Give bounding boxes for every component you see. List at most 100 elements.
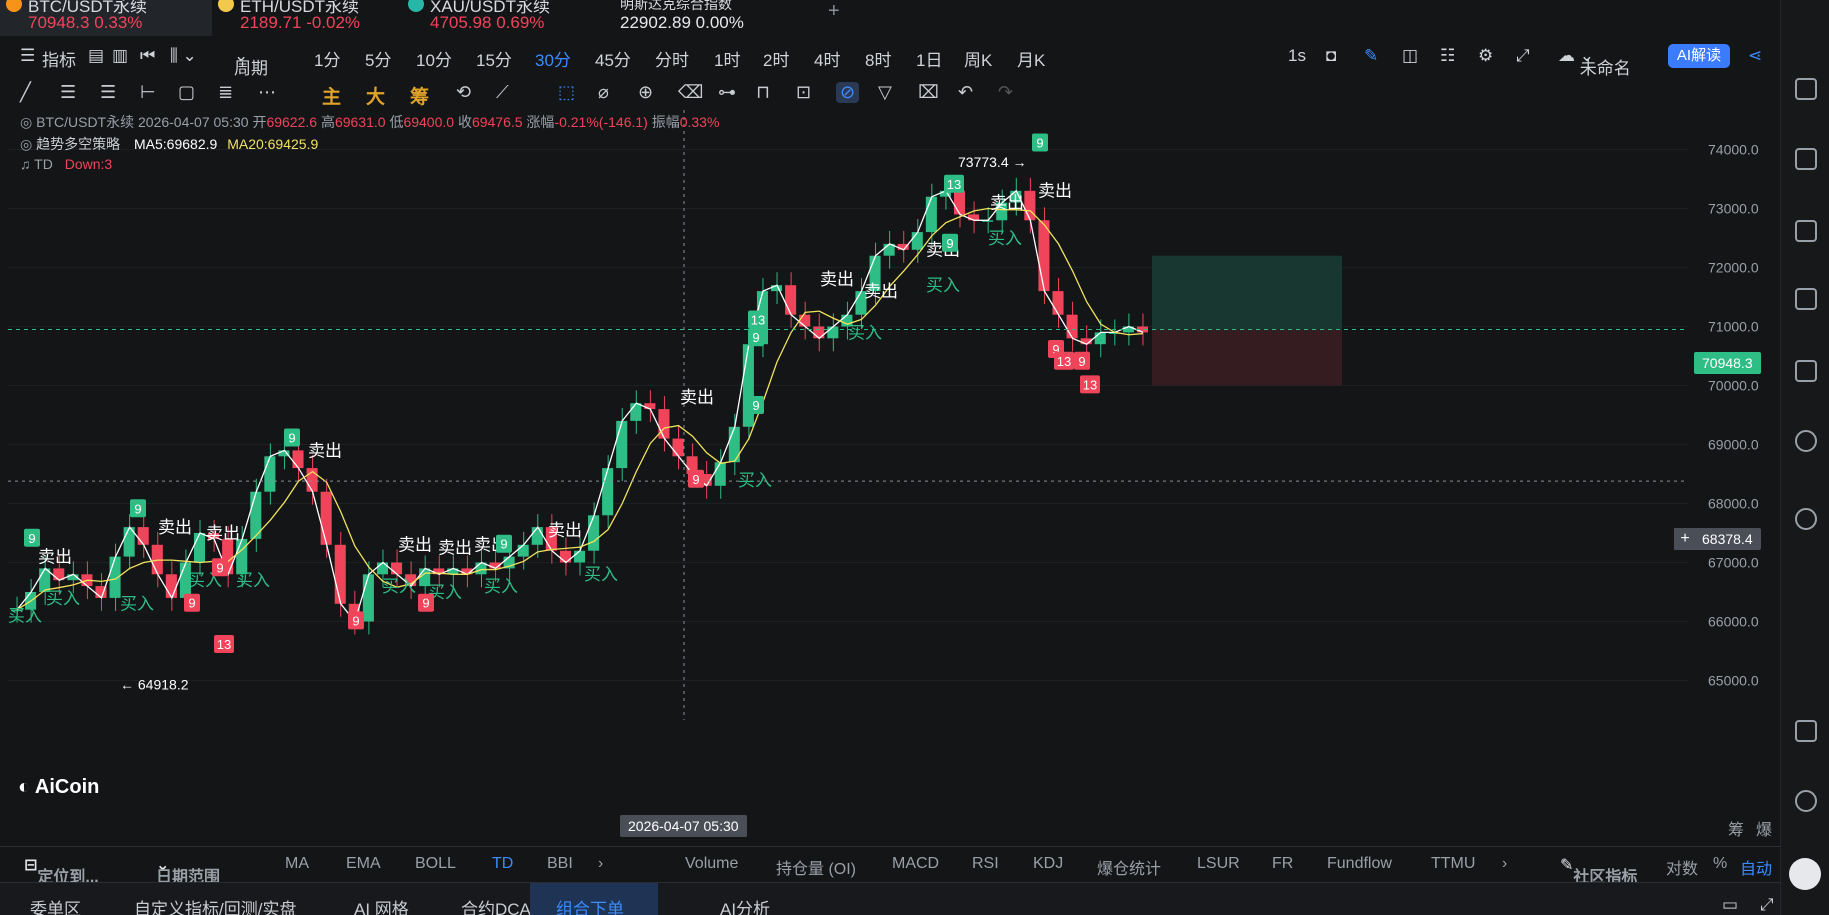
share-icon[interactable]: ⋖ [1748, 46, 1762, 66]
link-icon[interactable]: ⊘ [836, 82, 860, 103]
fullscreen-icon[interactable]: ⤢ [1516, 46, 1530, 66]
ticker-tab[interactable]: 明斯达克综合指数 22902.89 0.00% [592, 0, 802, 36]
sub-liquidation[interactable]: 爆仓统计 [1097, 855, 1161, 879]
interval-1m[interactable]: 1分 [314, 46, 340, 71]
ticker-tab[interactable]: ETH/USDT永续 2189.71 -0.02% [212, 0, 402, 36]
avatar[interactable] [1789, 858, 1821, 890]
sub-lsur[interactable]: LSUR [1197, 855, 1240, 873]
sub-kdj[interactable]: KDJ [1033, 855, 1063, 873]
tab-dca[interactable]: 合约DCA [461, 895, 531, 915]
rect-tool-icon[interactable]: ▢ [178, 82, 195, 103]
interval-timeshare[interactable]: 分时 [655, 46, 689, 71]
percent-toggle[interactable]: % [1713, 855, 1727, 873]
interval-45m[interactable]: 45分 [595, 46, 631, 71]
calendar-icon[interactable]: ▤ [88, 46, 104, 66]
calculator-icon[interactable] [1795, 720, 1817, 742]
more-tools-icon[interactable]: ⋯ [258, 82, 276, 103]
undo-icon[interactable]: ↶ [958, 82, 973, 103]
wallet-icon[interactable] [1795, 148, 1817, 170]
headset-icon[interactable] [1795, 790, 1817, 812]
sub-fundflow[interactable]: Fundflow [1327, 855, 1392, 873]
tab-boll[interactable]: BOLL [415, 855, 456, 873]
ray-tool-icon[interactable]: ⊢ [140, 82, 156, 103]
tab-orders[interactable]: 委单区 [30, 895, 81, 915]
filter-icon[interactable]: ▽ [878, 82, 892, 103]
refresh-rate[interactable]: 1s [1288, 46, 1306, 66]
locate-button[interactable]: ⊟ 定位到... [24, 855, 99, 886]
liq-toggle[interactable]: 爆 [1756, 816, 1772, 840]
fib-tool-icon[interactable]: ≣ [218, 82, 233, 103]
sub-rsi[interactable]: RSI [972, 855, 999, 873]
indicator-button[interactable]: 指标 [42, 46, 76, 71]
chevron-right-icon[interactable]: › [1502, 855, 1507, 873]
ruler-icon[interactable]: ⌀ [598, 82, 609, 103]
hline-tool-icon[interactable]: ☰ [100, 82, 116, 103]
sub-volume[interactable]: Volume [685, 855, 738, 873]
fullscreen-panel-icon[interactable]: ⤢ [1760, 895, 1774, 915]
interval-30m[interactable]: 30分 [535, 46, 571, 71]
orderbook-icon[interactable] [1795, 288, 1817, 310]
etf-icon[interactable] [1795, 360, 1817, 382]
eraser-icon[interactable]: ⌫ [678, 82, 703, 103]
watchlist-icon[interactable] [1795, 78, 1817, 100]
tab-combo-order[interactable]: 组合下单 [530, 883, 658, 915]
legend-strategy[interactable]: 趋势多空策略 [36, 136, 120, 152]
stats-icon[interactable] [1795, 220, 1817, 242]
interval-15m[interactable]: 15分 [476, 46, 512, 71]
auto-toggle[interactable]: 自动 [1740, 855, 1772, 879]
indicator-icon[interactable]: ☰ [20, 46, 35, 66]
interval-4h[interactable]: 4时 [814, 46, 840, 71]
redo-icon[interactable]: ↷ [998, 82, 1013, 103]
parallel-tool-icon[interactable]: ☰ [60, 82, 76, 103]
interval-8h[interactable]: 8时 [865, 46, 891, 71]
cursor-icon[interactable]: ⬚ [558, 82, 575, 103]
sub-oi[interactable]: 持仓量 (OI) [776, 855, 856, 879]
pen-icon[interactable]: ✎ [1364, 46, 1378, 66]
tab-td[interactable]: TD [492, 855, 513, 873]
lock-icon[interactable]: ⊓ [756, 82, 770, 103]
log-toggle[interactable]: 对数 [1666, 855, 1698, 879]
list-icon[interactable]: ☷ [1440, 46, 1455, 66]
line-tool-icon[interactable]: ╱ [20, 82, 31, 103]
exchange-icon[interactable] [1795, 508, 1817, 530]
sub-fr[interactable]: FR [1272, 855, 1293, 873]
interval-week[interactable]: 周K [964, 46, 992, 71]
alert-icon[interactable]: ◫ [1402, 46, 1418, 66]
chip-button[interactable]: 筹 [410, 82, 429, 109]
date-range-dropdown[interactable]: 日期范围 ⌄ [156, 855, 220, 886]
interval-1h[interactable]: 1时 [714, 46, 740, 71]
ticker-tab[interactable]: XAU/USDT永续 4705.98 0.69% [402, 0, 592, 36]
chevron-right-icon[interactable]: › [598, 855, 603, 873]
trash-icon[interactable]: ⌧ [918, 82, 939, 103]
interval-1d[interactable]: 1日 [916, 46, 942, 71]
add-tab-button[interactable]: + [828, 0, 840, 23]
community-button[interactable]: ✎ 社区指标 [1560, 855, 1637, 886]
sub-macd[interactable]: MACD [892, 855, 939, 873]
template-icon[interactable]: ⊡ [796, 82, 811, 103]
visibility-icon[interactable]: ⊶ [718, 82, 736, 103]
measure-icon[interactable]: ⟋ [496, 82, 509, 103]
add-alert-button[interactable]: + [1674, 528, 1696, 550]
interval-5m[interactable]: 5分 [365, 46, 391, 71]
bars-icon[interactable]: ▥ [112, 46, 128, 66]
tab-ema[interactable]: EMA [346, 855, 381, 873]
interval-2h[interactable]: 2时 [763, 46, 789, 71]
tab-custom-indicator[interactable]: 自定义指标/回测/实盘 [134, 895, 296, 915]
big-order-button[interactable]: 大 [366, 82, 385, 109]
robot-icon[interactable] [1795, 430, 1817, 452]
layout-dropdown[interactable]: ☁ 未命名 ⌄ [1558, 46, 1631, 78]
collapse-icon[interactable]: ▭ [1722, 895, 1738, 915]
tab-ai-grid[interactable]: AI 网格 [354, 895, 409, 915]
settings-icon[interactable]: ⚙ [1478, 46, 1493, 66]
interval-month[interactable]: 月K [1017, 46, 1045, 71]
camera-icon[interactable]: ◘ [1326, 46, 1336, 66]
magnet-icon[interactable]: ⟲ [456, 82, 471, 103]
ticker-tab[interactable]: BTC/USDT永续 70948.3 0.33% [0, 0, 212, 36]
main-force-button[interactable]: 主 [322, 82, 341, 109]
ai-read-button[interactable]: AI解读 [1668, 44, 1730, 68]
replay-icon[interactable]: ⏮ [140, 46, 155, 66]
sub-ttmu[interactable]: TTMU [1431, 855, 1475, 873]
tab-ai-analysis[interactable]: AI分析 [720, 895, 770, 915]
price-chart[interactable]: 74000.0 73000.0 72000.0 71000.0 70000.0 69000… [8, 110, 1778, 812]
zoom-icon[interactable]: ⊕ [638, 82, 653, 103]
